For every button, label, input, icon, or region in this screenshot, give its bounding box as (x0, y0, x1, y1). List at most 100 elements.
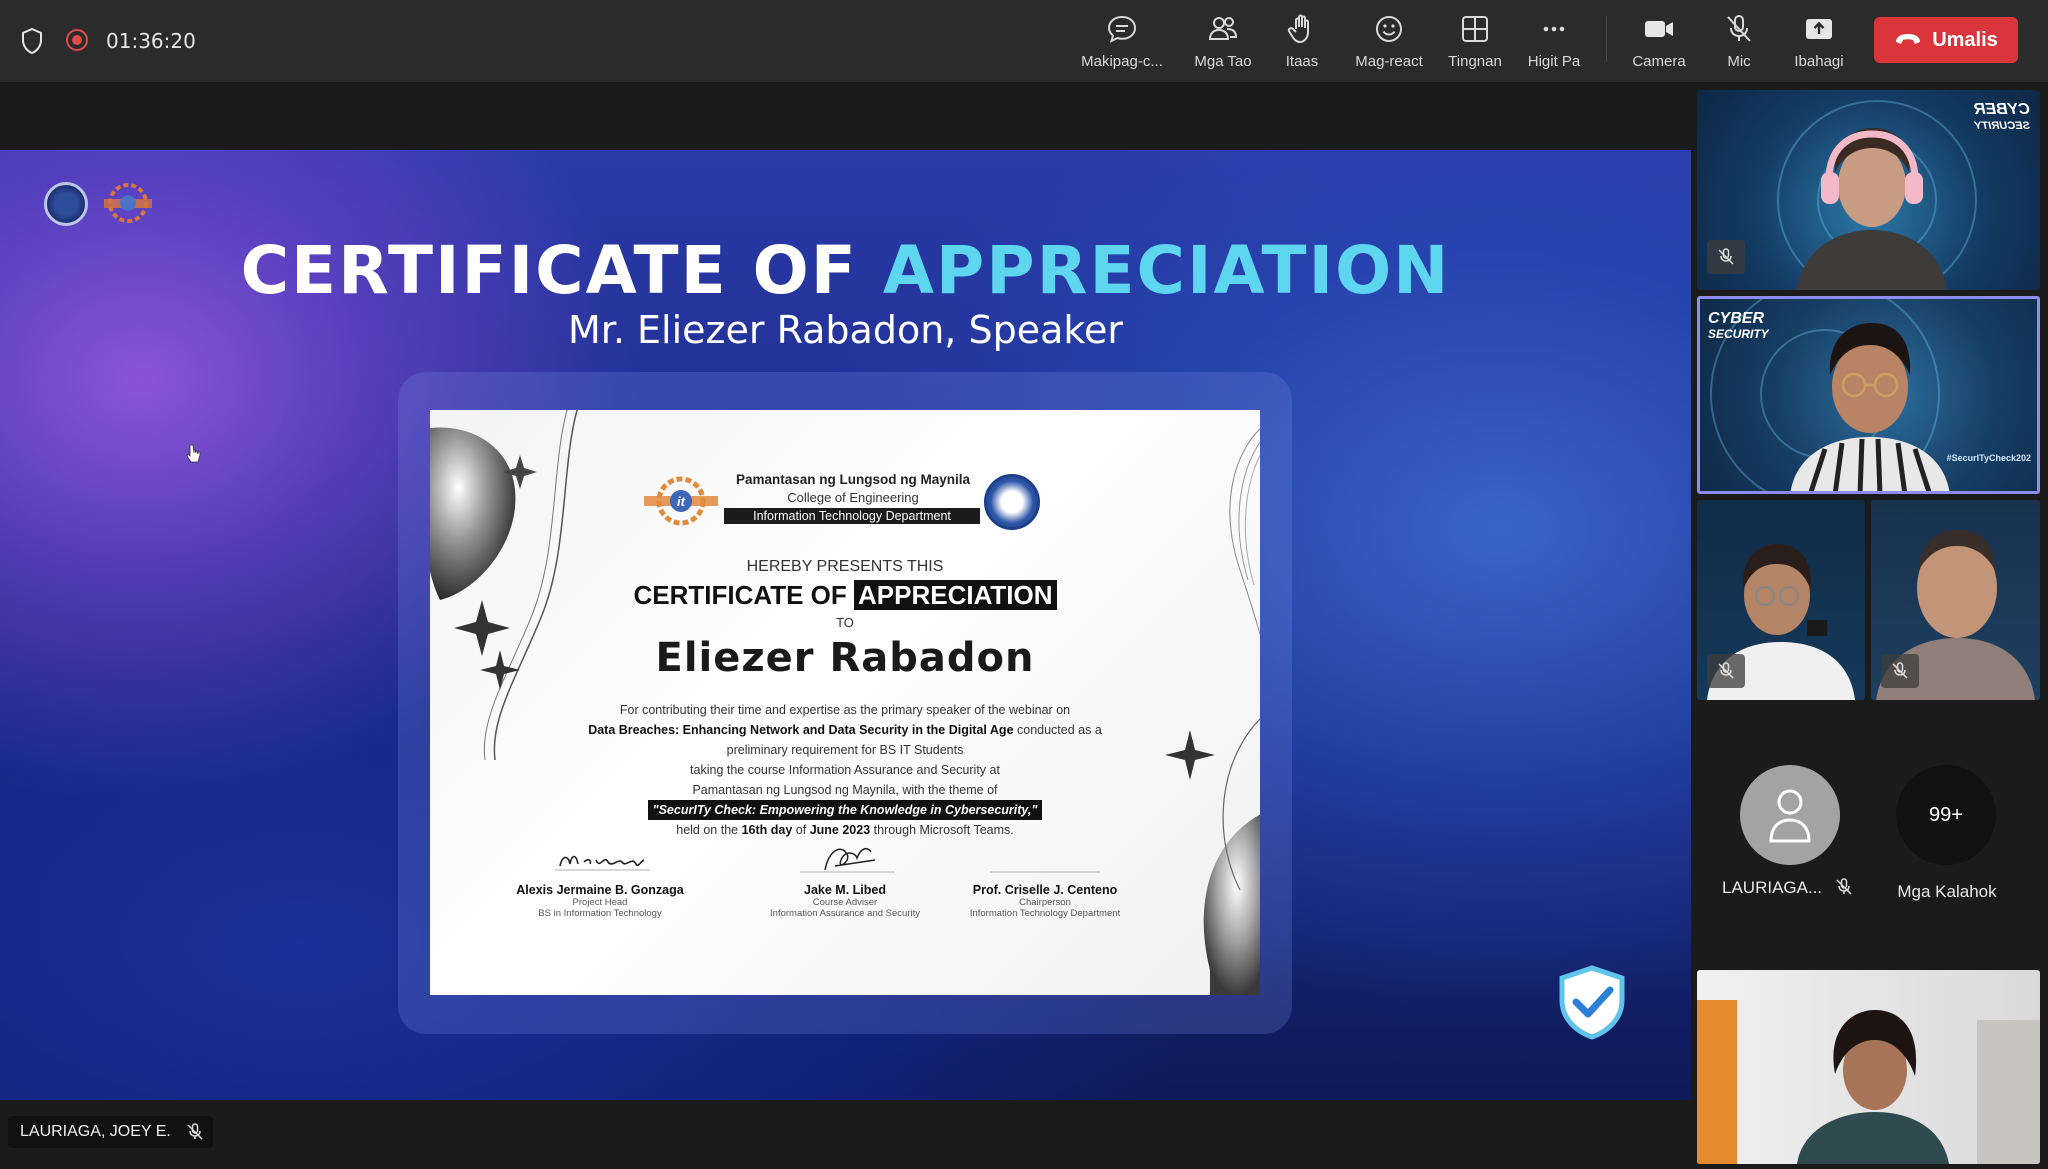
mic-muted-icon (1892, 662, 1908, 679)
active-speaker-name: LAURIAGA, JOEY E. (20, 1123, 171, 1140)
certificate-presents: HEREBY PRESENTS THIS (746, 558, 944, 575)
self-view-video-tile[interactable] (1697, 970, 2040, 1164)
participant-video-tile-3[interactable] (1697, 500, 1865, 700)
shield-icon[interactable] (20, 27, 44, 55)
certificate-title: CERTIFICATE OF APPRECIATION (430, 580, 1260, 611)
mic-muted-icon (1836, 878, 1852, 895)
active-speaker-tag: LAURIAGA, JOEY E. (8, 1116, 213, 1148)
body-line-2: conducted as a (1013, 723, 1102, 737)
more-label: Higit Pa (1527, 53, 1581, 70)
it-society-logo (104, 183, 152, 223)
brand-line-1: CYBER (1708, 310, 1765, 327)
share-icon (1806, 19, 1832, 39)
held-pre: held on the (676, 823, 742, 837)
avatar-participant-name: LAURIAGA... (1722, 878, 1823, 897)
cyber-security-brand: CYBER SECURITY (1973, 101, 2030, 134)
certificate-university: Pamantasan ng Lungsod ng Maynila (735, 472, 971, 487)
held-day: 16th day (741, 823, 793, 837)
brand-line-2: SECURITY (1708, 327, 1769, 341)
signatory-2-name: Jake M. Libed (804, 883, 886, 897)
react-button[interactable]: Mag-react (1339, 10, 1439, 72)
chat-icon (1107, 15, 1137, 43)
signatory-2-role-2: Information Assurance and Security (770, 908, 920, 919)
participant-avatar[interactable] (1740, 765, 1840, 865)
body-line-1: For contributing their time and expertis… (619, 703, 1071, 717)
signature-3-line (990, 871, 1100, 873)
signatory-1-role-2: BS in Information Technology (538, 908, 662, 919)
more-icon (1543, 26, 1565, 32)
signatory-2-role: Course Adviser (812, 897, 878, 908)
raise-hand-label: Itaas (1285, 53, 1319, 70)
phone-hangup-icon (1896, 34, 1921, 44)
mic-muted-icon (1718, 248, 1734, 265)
participant-mic-chip (1881, 654, 1919, 688)
signatory-1-role: Project Head (572, 897, 628, 908)
chat-button[interactable]: Makipag-c... (1072, 10, 1172, 72)
signatory-2: Jake M. Libed Course Adviser Information… (745, 840, 945, 919)
certificate-title-plain: CERTIFICATE OF (633, 580, 847, 610)
participant-silhouette (1790, 323, 1950, 491)
signatory-3-role: Chairperson (1019, 897, 1071, 908)
participant-video-tile-1[interactable]: CYBER SECURITY (1697, 90, 2040, 290)
people-icon (1208, 17, 1238, 40)
meeting-timer: 01:36:20 (106, 29, 196, 53)
more-button[interactable]: Higit Pa (1504, 10, 1604, 72)
person-icon (1769, 789, 1811, 843)
certificate: it Pamantasan ng Lungsod ng Maynila Coll… (430, 410, 1260, 995)
plm-seal-logo (984, 474, 1040, 530)
participant-mic-chip (1707, 240, 1745, 274)
signature-2 (800, 847, 895, 873)
participant-silhouette (1797, 128, 1947, 290)
hashtag-overlay: #SecurITyCheck202 (1946, 453, 2031, 463)
slide-title-white: CERTIFICATE OF (240, 232, 858, 309)
signatory-3: Prof. Criselle J. Centeno Chairperson In… (945, 840, 1145, 919)
mic-muted-icon (1718, 662, 1734, 679)
brand-line-2: SECURITY (1974, 120, 2030, 132)
raise-hand-button[interactable]: Itaas (1252, 10, 1352, 72)
more-participants-label: Mga Kalahok (1897, 882, 1997, 901)
svg-text:it: it (677, 494, 686, 509)
mic-muted-icon (187, 1123, 203, 1140)
share-button[interactable]: Ibahagi (1769, 10, 1869, 72)
certificate-college: College of Engineering (787, 490, 919, 505)
signatory-3-name: Prof. Criselle J. Centeno (972, 883, 1118, 897)
signatory-1: Alexis Jermaine B. Gonzaga Project Head … (500, 840, 700, 919)
mic-muted-icon (1727, 15, 1751, 42)
participant-video-tile-4[interactable] (1871, 500, 2040, 700)
cyber-security-brand: CYBER SECURITY (1708, 311, 1769, 342)
webinar-title: Data Breaches: Enhancing Network and Dat… (588, 723, 1014, 737)
certificate-body: For contributing their time and expertis… (540, 700, 1150, 840)
slide-subtitle: Mr. Eliezer Rabadon, Speaker (567, 308, 1124, 352)
slide-title-cyan: APPRECIATION (882, 232, 1451, 309)
signature-1 (555, 855, 650, 871)
signatory-1-name: Alexis Jermaine B. Gonzaga (516, 883, 684, 897)
meeting-toolbar: 01:36:20 Makipag-c... Mga Tao Itaas Mag-… (0, 0, 2048, 82)
shared-screen: CERTIFICATE OF APPRECIATION Mr. Eliezer … (0, 150, 1691, 1100)
body-line-5: Pamantasan ng Lungsod ng Maynila, with t… (692, 783, 998, 797)
certificate-theme: "SecurITy Check: Empowering the Knowledg… (647, 800, 1043, 820)
smiley-icon (1376, 16, 1402, 42)
mouse-pointer-icon (186, 444, 201, 463)
brand-line-1: CYBER (1973, 101, 2030, 118)
certificate-recipient: Eliezer Rabadon (655, 635, 1035, 681)
certificate-department: Information Technology Department (724, 508, 980, 524)
more-participants-button[interactable]: 99+ (1896, 765, 1996, 865)
recording-indicator-icon (66, 29, 88, 51)
slide-title: CERTIFICATE OF APPRECIATION (0, 232, 1691, 309)
security-shield-logo (1559, 965, 1625, 1040)
teams-meeting-window: 01:36:20 Makipag-c... Mga Tao Itaas Mag-… (0, 0, 2048, 1169)
share-label: Ibahagi (1794, 53, 1844, 70)
grid-view-icon (1462, 16, 1488, 42)
held-of: of (792, 823, 810, 837)
it-department-logo: it (644, 476, 718, 526)
chrome-ornament-right (1165, 428, 1260, 995)
chat-label: Makipag-c... (1081, 53, 1163, 70)
participant-silhouette (1797, 1010, 1949, 1164)
university-seal-logo (44, 182, 88, 226)
held-post: through Microsoft Teams. (870, 823, 1014, 837)
signatory-3-role-2: Information Technology Department (969, 908, 1121, 919)
certificate-to: TO (836, 615, 854, 630)
camera-icon (1645, 21, 1673, 37)
leave-button[interactable]: Umalis (1874, 17, 2018, 63)
participant-video-tile-2-active[interactable]: CYBER SECURITY #SecurITyCheck202 (1697, 296, 2040, 494)
